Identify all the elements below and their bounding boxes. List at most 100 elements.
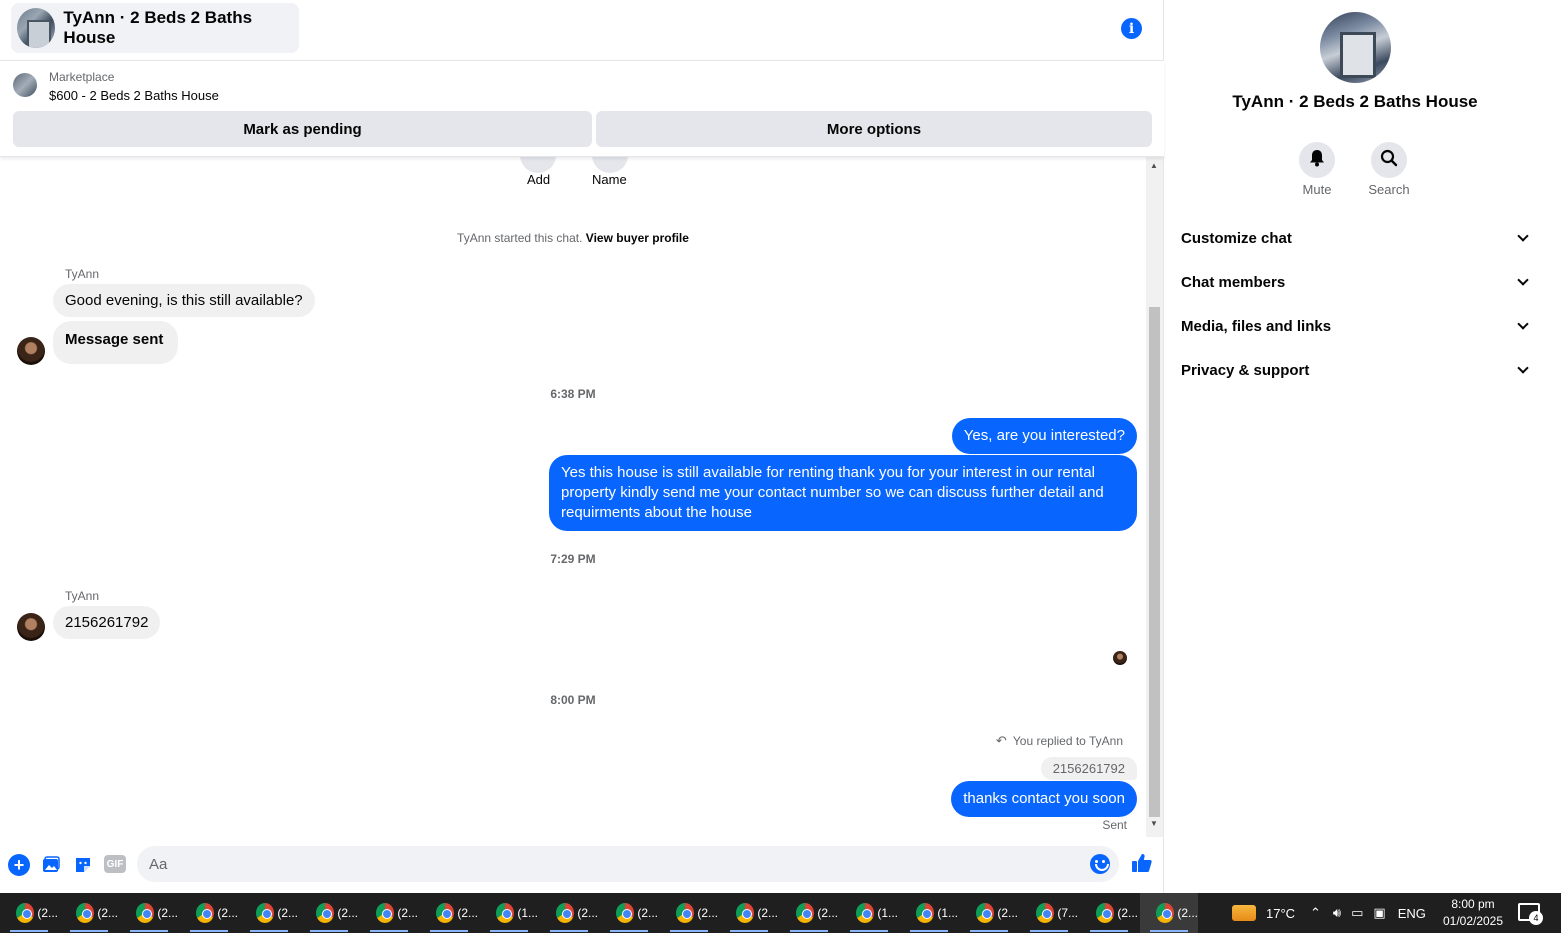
taskbar-chrome-window[interactable]: (2... [720, 893, 778, 933]
marketplace-banner: Marketplace $600 - 2 Beds 2 Baths House … [0, 61, 1164, 157]
taskbar-window-label: (2... [217, 906, 238, 920]
scroll-up-arrow-icon[interactable]: ▲ [1150, 161, 1158, 170]
section-privacy-support[interactable]: Privacy & support [1181, 352, 1531, 388]
conversation-title-button[interactable]: TyAnn · 2 Beds 2 Baths House [11, 3, 299, 53]
taskbar-chrome-window[interactable]: (2... [180, 893, 238, 933]
scroll-thumb[interactable] [1149, 307, 1160, 817]
sticker-icon[interactable] [72, 854, 94, 876]
language-indicator[interactable]: ENG [1398, 906, 1426, 921]
chrome-icon [796, 903, 815, 923]
conversation-info-panel: TyAnn · 2 Beds 2 Baths House Mute Search… [1165, 0, 1545, 893]
sender-name: TyAnn [65, 589, 100, 603]
taskbar-chrome-window[interactable]: (1... [480, 893, 538, 933]
taskbar-chrome-window[interactable]: (2... [0, 893, 58, 933]
chat-scrollbar[interactable]: ▲ ▼ [1146, 157, 1163, 837]
profile-avatar[interactable] [1320, 12, 1391, 83]
taskbar-chrome-window[interactable]: (2... [1080, 893, 1138, 933]
taskbar-chrome-window[interactable]: (7... [1020, 893, 1078, 933]
taskbar-chrome-window[interactable]: (1... [900, 893, 958, 933]
taskbar-chrome-window[interactable]: (2... [300, 893, 358, 933]
incoming-message[interactable]: Message sent [53, 321, 179, 364]
chrome-icon [76, 903, 95, 923]
chevron-up-icon[interactable]: ⌃ [1310, 905, 1321, 921]
taskbar-chrome-window[interactable]: (2... [780, 893, 838, 933]
incoming-message[interactable]: Good evening, is this still available? [53, 284, 315, 317]
chat-started-text: TyAnn started this chat. [457, 231, 583, 245]
section-chat-members[interactable]: Chat members [1181, 264, 1531, 300]
battery-icon[interactable]: ▭ [1351, 905, 1363, 921]
message-input[interactable] [137, 846, 1119, 882]
mute-button[interactable] [1299, 142, 1335, 178]
weather-icon [1232, 905, 1256, 921]
chrome-icon [676, 903, 695, 923]
taskbar-window-label: (2... [397, 906, 418, 920]
outgoing-message[interactable]: Yes, are you interested? [951, 418, 1137, 454]
timestamp: 6:38 PM [550, 387, 596, 401]
taskbar-window-label: (2... [157, 906, 178, 920]
chrome-icon [616, 903, 635, 923]
network-icon[interactable]: ▣ [1373, 905, 1385, 921]
tray-icons: ⌃ 🔊︎ ▭ ▣ ENG [1310, 893, 1426, 933]
view-buyer-profile-link[interactable]: View buyer profile [586, 231, 689, 245]
taskbar-chrome-window[interactable]: (2... [540, 893, 598, 933]
chevron-down-icon [1517, 362, 1529, 374]
taskbar-chrome-window[interactable]: (2... [1140, 893, 1198, 933]
add-people-button[interactable] [520, 157, 556, 173]
running-indicator [190, 930, 228, 932]
taskbar-window-label: (1... [937, 906, 958, 920]
message-input-box[interactable] [137, 846, 1119, 882]
taskbar-chrome-window[interactable]: (2... [660, 893, 718, 933]
incoming-message[interactable]: 2156261792 [53, 606, 161, 639]
taskbar-chrome-window[interactable]: (2... [240, 893, 298, 933]
clock[interactable]: 8:00 pm 01/02/2025 [1430, 896, 1516, 930]
more-options-button[interactable]: More options [596, 111, 1152, 147]
photo-icon[interactable] [40, 854, 62, 876]
chat-column: TyAnn · 2 Beds 2 Baths House i Marketpla… [0, 0, 1164, 893]
chrome-icon [496, 903, 515, 923]
info-icon[interactable]: i [1121, 18, 1142, 39]
taskbar-chrome-window[interactable]: (1... [840, 893, 898, 933]
name-chat-button[interactable] [592, 157, 628, 173]
sender-avatar[interactable] [17, 613, 45, 641]
chrome-icon [16, 903, 35, 923]
emoji-icon[interactable] [1090, 854, 1110, 874]
taskbar-window-label: (2... [1117, 906, 1138, 920]
taskbar-chrome-window[interactable]: (2... [960, 893, 1018, 933]
running-indicator [70, 930, 108, 932]
outgoing-message[interactable]: Yes this house is still available for re… [549, 455, 1137, 531]
taskbar-chrome-window[interactable]: (2... [420, 893, 478, 933]
listing-title[interactable]: $600 - 2 Beds 2 Baths House [49, 88, 219, 103]
section-media-files-links[interactable]: Media, files and links [1181, 308, 1531, 344]
taskbar-chrome-window[interactable]: (2... [60, 893, 118, 933]
marketplace-label: Marketplace [49, 70, 115, 84]
taskbar-window-label: (2... [457, 906, 478, 920]
chrome-icon [736, 903, 755, 923]
taskbar-chrome-window[interactable]: (2... [120, 893, 178, 933]
mark-as-pending-button[interactable]: Mark as pending [13, 111, 592, 147]
outgoing-message[interactable]: thanks contact you soon [951, 781, 1137, 817]
thumbs-up-icon[interactable] [1131, 852, 1153, 874]
running-indicator [550, 930, 588, 932]
running-indicator [430, 930, 468, 932]
section-customize-chat[interactable]: Customize chat [1181, 220, 1531, 256]
chevron-down-icon [1517, 230, 1529, 242]
chevron-down-icon [1517, 274, 1529, 286]
search-button[interactable] [1371, 142, 1407, 178]
running-indicator [1150, 930, 1188, 932]
running-indicator [1090, 930, 1128, 932]
panel-scrollbar[interactable] [1545, 0, 1561, 893]
taskbar-chrome-window[interactable]: (2... [600, 893, 658, 933]
listing-thumbnail[interactable] [13, 73, 37, 97]
gif-icon[interactable]: GIF [104, 855, 126, 873]
scroll-down-arrow-icon[interactable]: ▼ [1150, 819, 1158, 828]
notification-count: 4 [1529, 911, 1543, 925]
plus-icon[interactable]: + [8, 854, 30, 876]
chrome-icon [196, 903, 215, 923]
temperature: 17°C [1266, 905, 1296, 921]
sender-avatar[interactable] [17, 337, 45, 365]
volume-icon[interactable]: 🔊︎ [1333, 905, 1341, 921]
taskbar-window-label: (2... [817, 906, 838, 920]
weather-widget[interactable]: 17°C [1232, 893, 1295, 933]
quoted-message[interactable]: 2156261792 [1040, 757, 1137, 780]
taskbar-chrome-window[interactable]: (2... [360, 893, 418, 933]
